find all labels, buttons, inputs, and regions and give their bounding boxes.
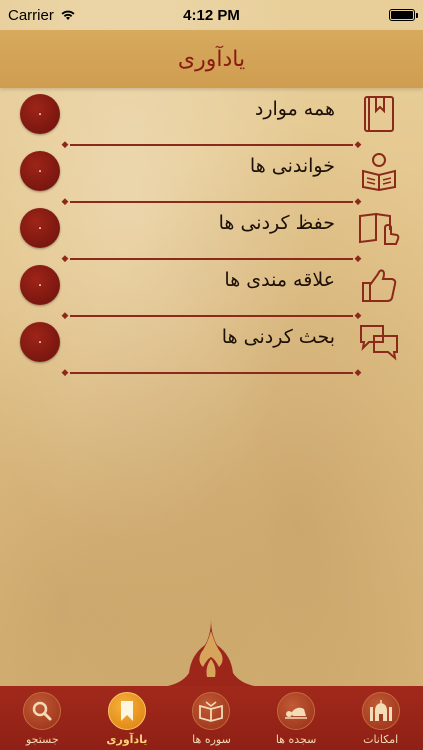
list-item-favorites[interactable]: ۰ علاقه مندی ها ◆ ◆ [0, 259, 423, 321]
tab-features[interactable]: امکانات [345, 692, 417, 746]
count-badge: ۰ [20, 94, 60, 134]
count-badge: ۰ [20, 265, 60, 305]
status-left: Carrier [8, 7, 76, 24]
tab-prostrations[interactable]: سجده ها [260, 692, 332, 746]
thumbs-up-icon [357, 263, 401, 307]
tab-label: امکانات [363, 733, 399, 746]
page-title: یادآوری [177, 46, 246, 72]
tab-bar: جستجو یادآوری سوره ها سجده ها امکانات [0, 686, 423, 750]
mosque-icon [361, 692, 400, 730]
list-item-all[interactable]: ۰ همه موارد ◆ ◆ [0, 88, 423, 150]
prostration-icon [277, 692, 316, 730]
tab-label: جستجو [25, 733, 59, 746]
wifi-icon [61, 10, 75, 20]
list-item-memorize[interactable]: ۰ حفظ کردنی ها ◆ ◆ [0, 202, 423, 264]
tab-label: سوره ها [192, 733, 231, 746]
list-item-label: همه موارد [254, 98, 335, 120]
list-item-label: علاقه مندی ها [224, 269, 335, 291]
count-badge: ۰ [20, 208, 60, 248]
carrier-label: Carrier [8, 6, 54, 24]
list-item-label: بحث کردنی ها [221, 326, 335, 348]
bookmark-book-icon [357, 92, 401, 136]
tab-label: سجده ها [275, 733, 317, 746]
list-item-readings[interactable]: ۰ خواندنی ها ◆ ◆ [0, 145, 423, 207]
list-item-discussions[interactable]: ۰ بحث کردنی ها ◆ ◆ [0, 316, 423, 378]
tab-surahs[interactable]: سوره ها [175, 692, 247, 746]
status-bar: Carrier 4:12 PM [0, 0, 423, 30]
battery-icon [389, 9, 418, 21]
navigation-bar: یادآوری [0, 30, 423, 88]
row-divider: ◆ ◆ [61, 368, 362, 378]
battery-fill [391, 11, 413, 19]
count-badge: ۰ [20, 151, 60, 191]
reading-person-icon [357, 149, 401, 193]
bookmark-icon [107, 692, 146, 730]
tab-search[interactable]: جستجو [6, 692, 78, 746]
chat-bubbles-icon [357, 320, 401, 364]
tab-reminders[interactable]: یادآوری [91, 692, 163, 746]
book-hand-icon [357, 206, 401, 250]
tab-label: یادآوری [106, 733, 148, 746]
ornament-decoration [161, 619, 261, 687]
search-icon [23, 692, 62, 730]
list-item-label: خواندنی ها [249, 155, 335, 177]
list-item-label: حفظ کردنی ها [218, 212, 335, 234]
quran-icon [192, 692, 231, 730]
reminder-list: ۰ همه موارد ◆ ◆ ۰ خواندنی ها ◆ ◆ ۰ حفظ ک… [0, 88, 423, 378]
count-badge: ۰ [20, 322, 60, 362]
